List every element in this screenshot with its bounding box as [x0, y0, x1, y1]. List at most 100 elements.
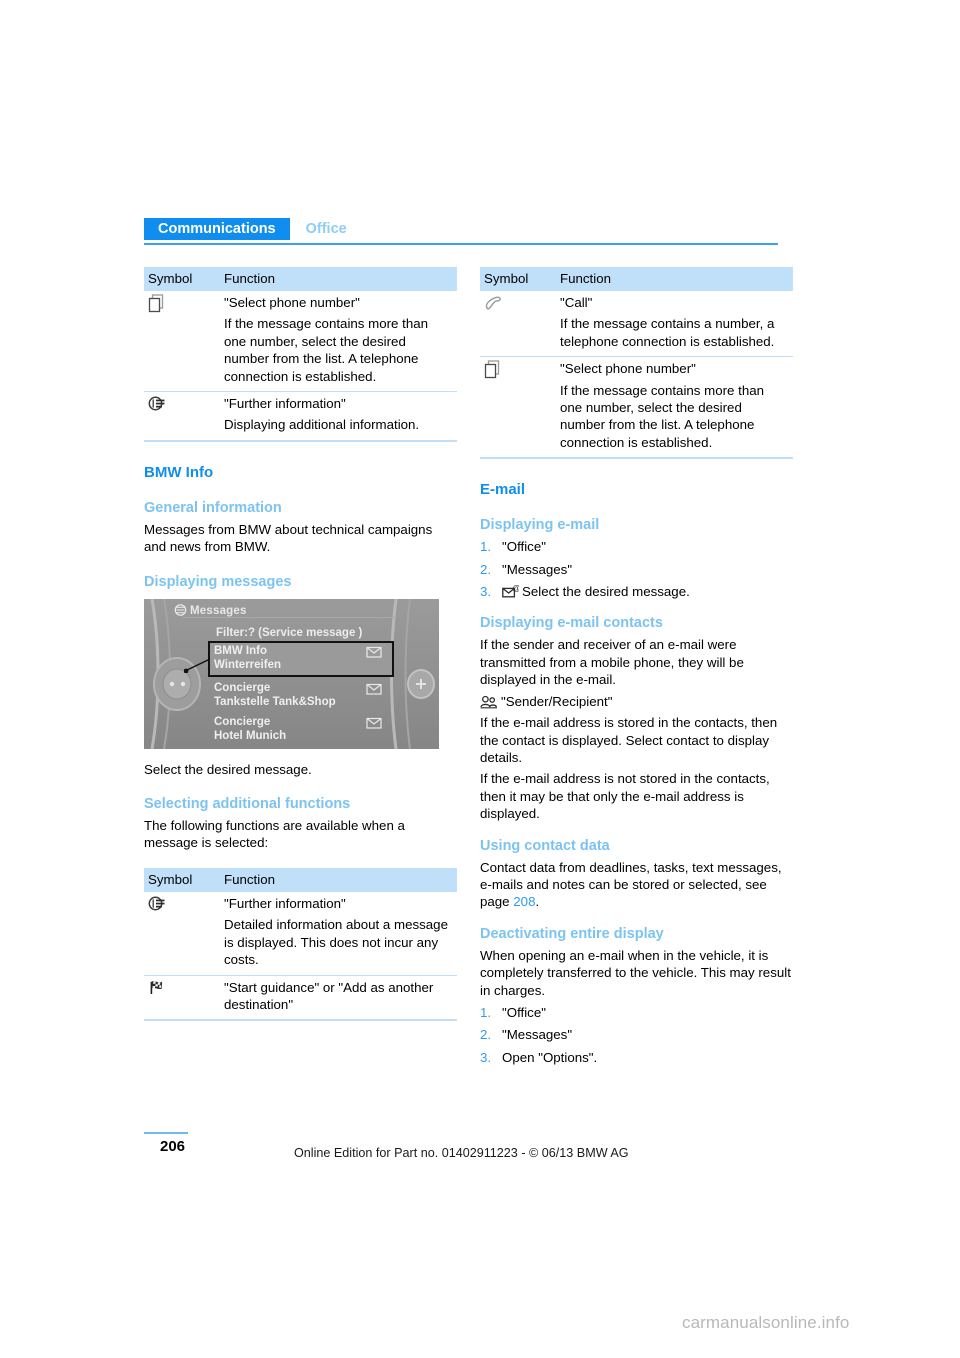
- step-text: "Office": [502, 539, 546, 555]
- sender-recipient-line: "Sender/Recipient": [480, 693, 793, 710]
- list-item-line2: Tankstelle Tank&Shop: [214, 695, 336, 708]
- header-tabs: Communications Office: [144, 218, 778, 240]
- header-tab-office: Office: [305, 221, 347, 237]
- function-title: "Further information": [224, 396, 346, 412]
- watermark: carmanualsonline.info: [682, 1313, 850, 1332]
- svg-text:@: @: [512, 585, 519, 593]
- contacts-icon: [480, 695, 498, 709]
- table-bottom-rule: [144, 1019, 457, 1023]
- function-description: Detailed information about a message is …: [224, 917, 448, 968]
- symbol-cell: [480, 291, 556, 357]
- symbol-table-left-top: Symbol Function "Select phone number" If…: [144, 267, 457, 443]
- symbol-cell: [144, 892, 220, 975]
- page-cross-reference-link[interactable]: 208: [513, 894, 535, 909]
- subheading-deactivating-entire-display: Deactivating entire display: [480, 925, 664, 942]
- step-number: 2.: [480, 1027, 492, 1043]
- subheading-displaying-email-contacts: Displaying e-mail contacts: [480, 615, 663, 632]
- symbol-table-right-top: Symbol Function "Call" If the message co…: [480, 267, 793, 461]
- function-title: "Select phone number": [224, 295, 360, 310]
- section-heading-bmw-info: BMW Info: [144, 463, 214, 481]
- list-item: 1. "Office": [480, 538, 793, 555]
- phone-handset-icon: [484, 294, 503, 312]
- symbol-cell: [480, 356, 556, 459]
- list-item-line2: Hotel Munich: [214, 729, 287, 742]
- symbol-cell: [144, 291, 220, 392]
- page-columns: Symbol Function "Select phone number" If…: [144, 263, 794, 1071]
- footer-rule: [144, 1132, 188, 1134]
- step-number: 2.: [480, 561, 492, 577]
- symbol-cell: [144, 974, 220, 1021]
- screen-title: Messages: [190, 604, 247, 617]
- general-information-body: Messages from BMW about technical campai…: [144, 521, 433, 555]
- function-description: If the message contains more than one nu…: [560, 382, 764, 450]
- list-item-line2: Winterreifen: [214, 658, 281, 671]
- deactivating-steps: 1. "Office" 2. "Messages" 3. Open "Optio…: [480, 1004, 793, 1066]
- envelope-icon: [366, 645, 382, 658]
- step-text: "Messages": [502, 561, 573, 577]
- contact-data-text-after: .: [535, 894, 540, 910]
- left-column: Symbol Function "Select phone number" If…: [144, 263, 457, 1071]
- function-description: If the message contains a number, a tele…: [560, 316, 775, 349]
- contacts-paragraph-2: If the e-mail address is stored in the c…: [480, 715, 778, 765]
- table-header-row: Symbol Function: [480, 267, 793, 291]
- step-number: 1.: [480, 1004, 492, 1020]
- function-description: Displaying additional information.: [224, 417, 420, 433]
- step-number: 1.: [480, 539, 492, 555]
- step-text: "Office": [502, 1004, 546, 1020]
- table-row: "Further information" Detailed informati…: [144, 892, 457, 975]
- list-item: 3. Open "Options".: [480, 1049, 793, 1066]
- function-cell: "Further information" Displaying additio…: [220, 391, 457, 441]
- section-heading-email: E-mail: [480, 481, 526, 499]
- function-title: "Call": [560, 295, 593, 310]
- step-text: "Messages": [502, 1027, 573, 1043]
- checkered-flag-icon: [148, 979, 165, 996]
- running-header: Communications Office: [144, 218, 778, 240]
- step-number: 3.: [480, 584, 492, 600]
- list-item: 3. @ Select the desired message.: [480, 583, 793, 600]
- table-header-row: Symbol Function: [144, 867, 457, 892]
- sender-recipient-label: "Sender/Recipient": [501, 693, 613, 709]
- column-header-function: Function: [220, 867, 457, 892]
- function-title: "Start guidance" or "Add as another dest…: [224, 979, 434, 1012]
- column-header-function: Function: [556, 267, 793, 291]
- subheading-using-contact-data: Using contact data: [480, 837, 610, 854]
- email-at-icon: @: [502, 585, 519, 599]
- function-cell: "Start guidance" or "Add as another dest…: [220, 974, 457, 1021]
- envelope-icon: [366, 716, 382, 729]
- messages-title-icon: [174, 603, 187, 616]
- symbol-table-left-bottom: Symbol Function "Further information" De…: [144, 867, 457, 1023]
- copyright-line: Online Edition for Part no. 01402911223 …: [294, 1146, 629, 1160]
- table-row: "Select phone number" If the message con…: [480, 356, 793, 459]
- step-text: Select the desired message.: [522, 584, 690, 600]
- header-divider: [144, 243, 778, 245]
- column-header-function: Function: [220, 267, 457, 291]
- table-header-row: Symbol Function: [144, 267, 457, 291]
- step-number: 3.: [480, 1049, 492, 1065]
- function-cell: "Call" If the message contains a number,…: [556, 291, 793, 357]
- contact-data-body: Contact data from deadlines, tasks, text…: [480, 859, 793, 911]
- function-cell: "Select phone number" If the message con…: [556, 356, 793, 459]
- envelope-icon: [366, 682, 382, 695]
- step-text-with-icon: @ Select the desired message.: [502, 583, 793, 600]
- table-row: "Select phone number" If the message con…: [144, 291, 457, 392]
- callout-pointer: [184, 658, 211, 673]
- screenshot-caption: Select the desired message.: [144, 761, 312, 777]
- contacts-paragraph-1: If the sender and receiver of an e-mail …: [480, 637, 744, 688]
- header-tab-communications: Communications: [144, 218, 290, 240]
- function-title: "Further information": [224, 895, 346, 911]
- table-row: "Further information" Displaying additio…: [144, 391, 457, 441]
- right-column: Symbol Function "Call" If the message co…: [480, 263, 793, 1071]
- list-item: 1. "Office": [480, 1004, 793, 1021]
- function-cell: "Further information" Detailed informati…: [220, 892, 457, 975]
- copy-pages-icon: [148, 294, 165, 313]
- column-header-symbol: Symbol: [480, 267, 556, 291]
- table-bottom-rule: [144, 439, 457, 443]
- function-title: "Select phone number": [560, 361, 696, 377]
- list-item: 2. "Messages": [480, 561, 793, 578]
- subheading-selecting-additional-functions: Selecting additional functions: [144, 796, 351, 813]
- copy-pages-icon: [484, 360, 501, 379]
- table-row: "Start guidance" or "Add as another dest…: [144, 974, 457, 1021]
- screen-filter-label: Filter:? (Service message ): [216, 626, 363, 639]
- idrive-screenshot-illustration: Messages Filter:? (Service message ) BMW…: [144, 598, 439, 749]
- column-header-symbol: Symbol: [144, 867, 220, 892]
